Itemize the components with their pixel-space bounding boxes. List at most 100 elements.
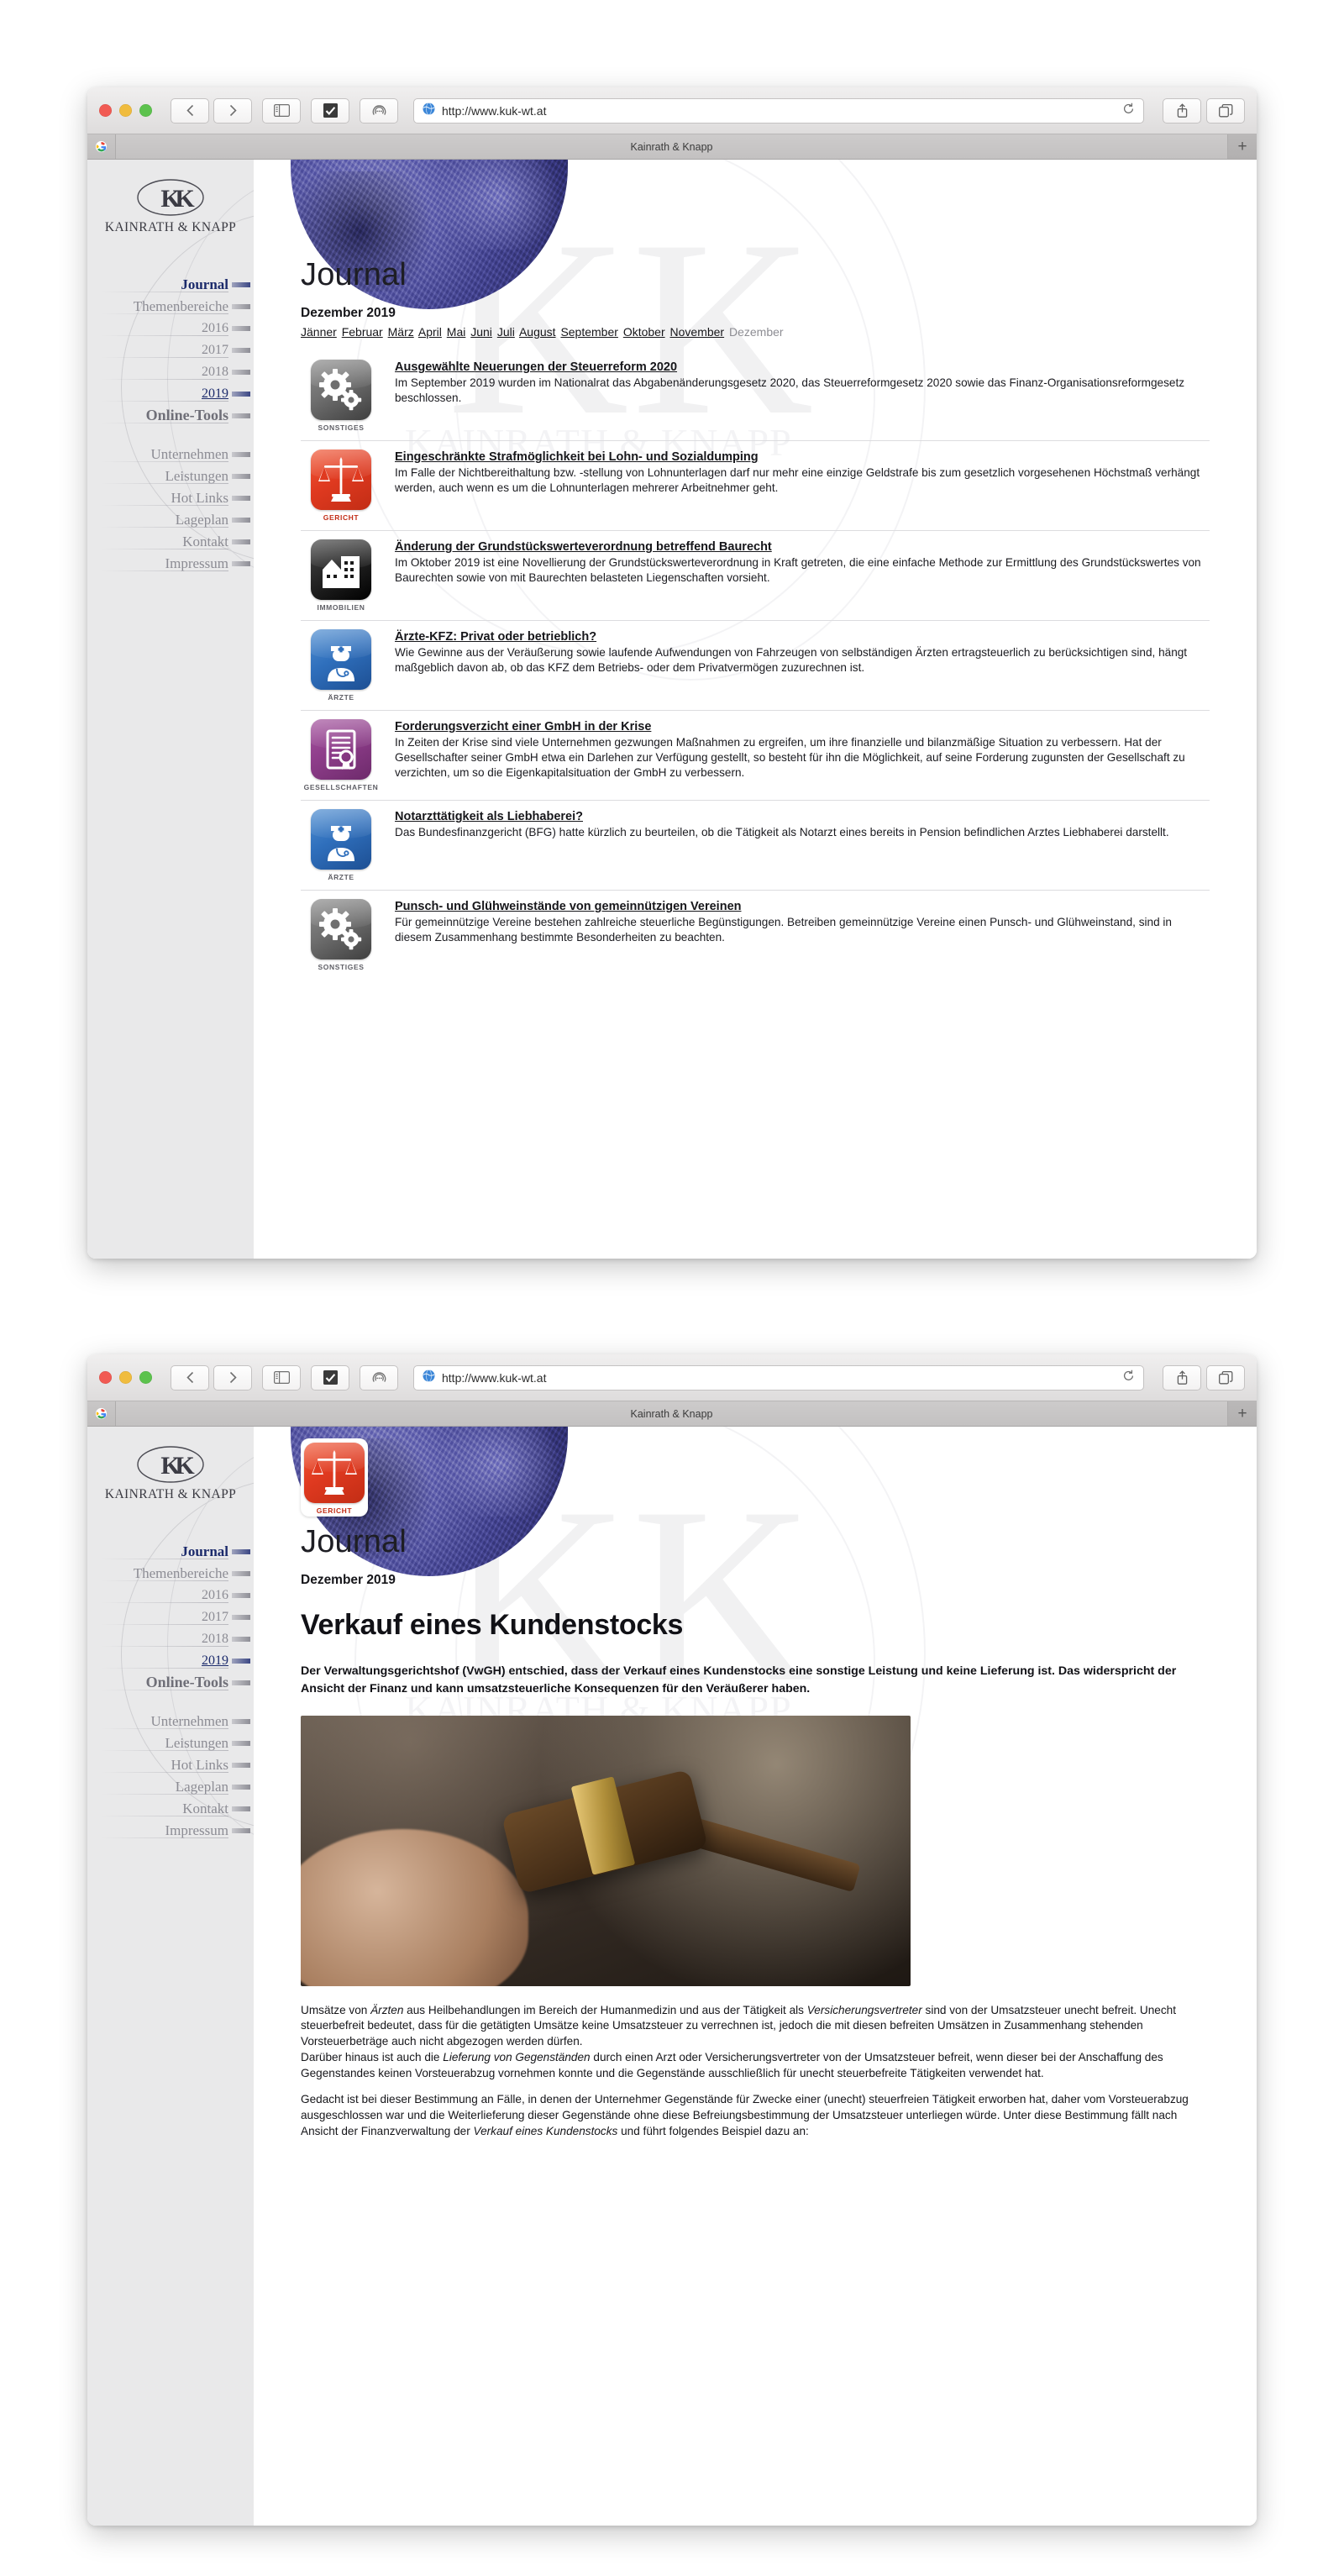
new-tab-button[interactable]: +: [1228, 134, 1257, 159]
article-list-item[interactable]: GERICHT Eingeschränkte Strafmöglichkeit …: [301, 440, 1210, 530]
nav-item-themenbereiche[interactable]: Themenbereiche: [87, 296, 254, 317]
favorites-tab-icon[interactable]: [87, 1401, 116, 1426]
nav-item-leistungen[interactable]: Leistungen: [87, 1732, 254, 1753]
nav-item-leistungen[interactable]: Leistungen: [87, 465, 254, 486]
maximize-window-button[interactable]: [139, 1371, 152, 1384]
scales-icon: [304, 1443, 365, 1503]
reload-button[interactable]: [1117, 103, 1135, 118]
nav-item-journal[interactable]: Journal: [87, 274, 254, 295]
nav-item-kontakt[interactable]: Kontakt: [87, 531, 254, 552]
forward-button[interactable]: [213, 97, 252, 124]
article-title-link[interactable]: Punsch- und Glühweinstände von gemeinnüt…: [395, 899, 742, 914]
nav-item-impressum[interactable]: Impressum: [87, 1820, 254, 1841]
nav-item-themenbereiche[interactable]: Themenbereiche: [87, 1563, 254, 1584]
tab-kainrath-knapp[interactable]: Kainrath & Knapp: [116, 134, 1228, 159]
show-all-tabs-icon[interactable]: [1206, 97, 1245, 124]
nav-rule: [101, 313, 228, 314]
nav-item-journal[interactable]: Journal: [87, 1541, 254, 1562]
privacy-report-button[interactable]: [360, 1364, 398, 1391]
nav-item-2019[interactable]: 2019: [87, 383, 254, 404]
article-title-link[interactable]: Ausgewählte Neuerungen der Steuerreform …: [395, 360, 677, 375]
minimize-window-button[interactable]: [119, 104, 132, 117]
nav-item-online-tools[interactable]: Online-Tools: [87, 405, 254, 426]
article-list-item[interactable]: GESELLSCHAFTEN Forderungsverzicht einer …: [301, 710, 1210, 800]
reader-mode-button[interactable]: [311, 97, 349, 124]
nav-label: Themenbereiche: [133, 1565, 228, 1581]
share-icon[interactable]: [1163, 1364, 1201, 1391]
issue-label: Dezember 2019: [301, 1573, 396, 1587]
month-link-april[interactable]: April: [418, 325, 442, 339]
month-link-juni[interactable]: Juni: [470, 325, 492, 339]
nav-item-2016[interactable]: 2016: [87, 1585, 254, 1606]
scales-icon: [311, 449, 371, 511]
nav-item-2016[interactable]: 2016: [87, 318, 254, 339]
article-title-link[interactable]: Änderung der Grundstückswerteverordnung …: [395, 539, 772, 555]
month-link-september[interactable]: September: [560, 325, 617, 339]
month-link-oktober[interactable]: Oktober: [623, 325, 665, 339]
month-link-jaenner[interactable]: Jänner: [301, 325, 337, 339]
nav-item-hot-links[interactable]: Hot Links: [87, 487, 254, 508]
month-link-august[interactable]: August: [519, 325, 556, 339]
article-icon-column: IMMOBILIEN: [301, 538, 381, 612]
close-window-button[interactable]: [99, 104, 112, 117]
show-sidebar-button[interactable]: [262, 97, 301, 124]
nav-item-lageplan[interactable]: Lageplan: [87, 509, 254, 530]
forward-button[interactable]: [213, 1364, 252, 1391]
article-title-link[interactable]: Ärzte-KFZ: Privat oder betrieblich?: [395, 629, 596, 644]
back-button[interactable]: [171, 97, 209, 124]
article-list-item[interactable]: ÄRZTE Notarzttätigkeit als Liebhaberei? …: [301, 800, 1210, 890]
nav-item-kontakt[interactable]: Kontakt: [87, 1798, 254, 1819]
article-list-item[interactable]: IMMOBILIEN Änderung der Grundstückswerte…: [301, 530, 1210, 620]
article-title-link[interactable]: Notarzttätigkeit als Liebhaberei?: [395, 809, 583, 824]
show-sidebar-button[interactable]: [262, 1364, 301, 1391]
reader-mode-button[interactable]: [311, 1364, 349, 1391]
minimize-window-button[interactable]: [119, 1371, 132, 1384]
show-all-tabs-icon[interactable]: [1206, 1364, 1245, 1391]
month-links: Jänner Februar März April Mai Juni Juli …: [301, 324, 1210, 339]
nav-item-impressum[interactable]: Impressum: [87, 553, 254, 574]
nav-item-unternehmen[interactable]: Unternehmen: [87, 444, 254, 465]
article-list-item[interactable]: SONSTIGES Ausgewählte Neuerungen der Ste…: [301, 351, 1210, 440]
month-link-mai[interactable]: Mai: [447, 325, 466, 339]
p3-part-b: und führt folgendes Beispiel dazu an:: [617, 2124, 809, 2137]
reload-button[interactable]: [1117, 1369, 1135, 1385]
month-link-maerz[interactable]: März: [388, 325, 414, 339]
month-link-juli[interactable]: Juli: [497, 325, 515, 339]
privacy-report-button[interactable]: [360, 97, 398, 124]
nav-item-hot-links[interactable]: Hot Links: [87, 1754, 254, 1775]
month-link-november[interactable]: November: [670, 325, 725, 339]
close-window-button[interactable]: [99, 1371, 112, 1384]
article-list-item[interactable]: SONSTIGES Punsch- und Glühweinstände von…: [301, 890, 1210, 980]
new-tab-button[interactable]: +: [1228, 1401, 1257, 1426]
back-button[interactable]: [171, 1364, 209, 1391]
article-title-link[interactable]: Forderungsverzicht einer GmbH in der Kri…: [395, 719, 651, 734]
nav-item-lageplan[interactable]: Lageplan: [87, 1776, 254, 1797]
nav-item-2017[interactable]: 2017: [87, 339, 254, 360]
site-logo[interactable]: K K KAINRATH & KNAPP: [87, 160, 254, 235]
navigation-buttons: [171, 97, 252, 124]
address-bar[interactable]: http://www.kuk-wt.at: [413, 97, 1144, 124]
article-category-badge: GERICHT: [301, 1438, 368, 1517]
nav-item-2018[interactable]: 2018: [87, 1628, 254, 1649]
nav-item-online-tools[interactable]: Online-Tools: [87, 1672, 254, 1693]
nav-item-2019[interactable]: 2019: [87, 1650, 254, 1671]
month-link-februar[interactable]: Februar: [342, 325, 383, 339]
nav-tail: [232, 1785, 250, 1790]
nav-item-unternehmen[interactable]: Unternehmen: [87, 1711, 254, 1732]
p2-part-a: Darüber hinaus ist auch die: [301, 2050, 444, 2063]
address-bar[interactable]: http://www.kuk-wt.at: [413, 1364, 1144, 1391]
journal-inner: Journal Dezember 2019 Jänner Februar Mär…: [254, 160, 1257, 980]
website-viewport: K K KAINRATH & KNAPP Journal Themenberei…: [87, 160, 1257, 1259]
maximize-window-button[interactable]: [139, 104, 152, 117]
nav-rule: [101, 379, 228, 380]
nav-tail: [232, 1719, 250, 1724]
nav-item-2017[interactable]: 2017: [87, 1606, 254, 1627]
nav-item-2018[interactable]: 2018: [87, 361, 254, 382]
article-list-item[interactable]: ÄRZTE Ärzte-KFZ: Privat oder betrieblich…: [301, 620, 1210, 710]
favorites-tab-icon[interactable]: [87, 134, 116, 159]
tab-kainrath-knapp[interactable]: Kainrath & Knapp: [116, 1401, 1228, 1426]
share-icon[interactable]: [1163, 97, 1201, 124]
site-logo[interactable]: K K KAINRATH & KNAPP: [87, 1427, 254, 1502]
article-title-link[interactable]: Eingeschränkte Strafmöglichkeit bei Lohn…: [395, 449, 759, 465]
nav-rule: [101, 401, 228, 402]
